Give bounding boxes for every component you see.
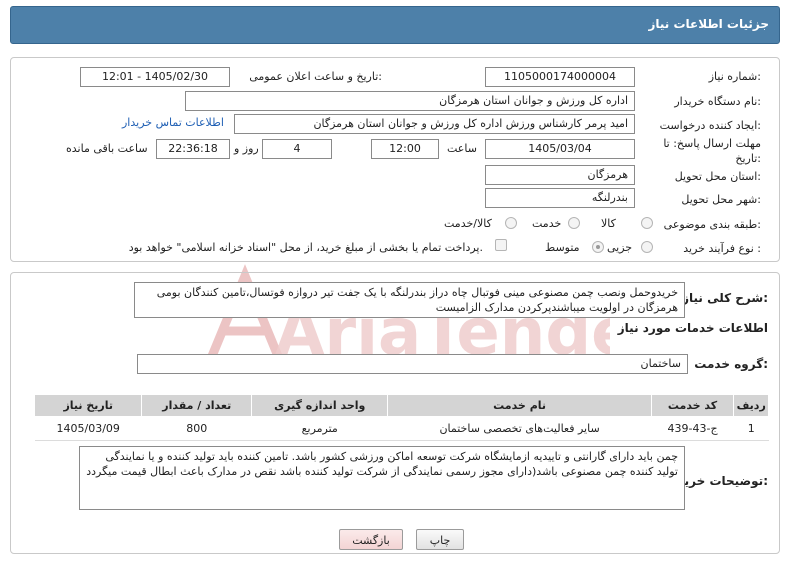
col-quantity: تعداد / مقدار [141, 394, 253, 417]
page-title: جزئیات اطلاعات نیاز [648, 17, 769, 31]
treasury-payment-checkbox[interactable] [495, 239, 507, 251]
description-text: خریدوحمل ونصب چمن مصنوعی مینی فوتبال چاه… [134, 282, 685, 318]
process-medium-label: متوسط [545, 241, 580, 254]
print-button[interactable]: چاپ [416, 529, 464, 550]
category-goods-radio[interactable] [641, 217, 653, 229]
cell-quantity: 800 [141, 416, 252, 441]
buyer-notes-text: چمن باید دارای گارانتی و تاییدیه ازمایشگ… [79, 446, 685, 510]
col-unit: واحد اندازه گیری [251, 394, 389, 417]
category-goods-label: کالا [601, 217, 616, 230]
remaining-time-field: 22:36:18 [156, 139, 230, 159]
province-label: استان محل تحویل: [674, 170, 761, 183]
col-need-date: تاریخ نیاز [33, 394, 143, 417]
announce-date-field: 1405/02/30 - 12:01 [80, 67, 230, 87]
buyer-org-label: نام دستگاه خریدار: [674, 95, 761, 108]
announce-date-label: تاریخ و ساعت اعلان عمومی: [249, 70, 382, 83]
process-type-label: نوع فرآیند خرید : [683, 242, 761, 255]
buyer-org-field: اداره کل ورزش و جوانان استان هرمزگان [185, 91, 635, 111]
process-minor-radio[interactable] [641, 241, 653, 253]
col-row: ردیف [733, 394, 769, 417]
description-label: شرح کلی نیاز: [682, 291, 768, 305]
process-minor-label: جزیی [607, 241, 633, 254]
need-number-field: 1105000174000004 [485, 67, 635, 87]
cell-unit: مترمربع [251, 416, 388, 441]
deadline-date-field: 1405/03/04 [485, 139, 635, 159]
deadline-time-field: 12:00 [371, 139, 439, 159]
buyer-contact-link[interactable]: اطلاعات تماس خریدار [122, 116, 224, 129]
service-group-field: ساختمان [137, 354, 688, 374]
days-label: روز و [234, 142, 259, 155]
process-medium-radio[interactable] [592, 241, 604, 253]
deadline-label-line2: تاریخ: [735, 152, 761, 165]
need-info-panel [10, 57, 780, 262]
page-header: جزئیات اطلاعات نیاز [10, 6, 780, 44]
province-field: هرمزگان [485, 165, 635, 185]
cell-row: 1 [733, 416, 769, 441]
services-table-header: ردیف کد خدمت نام خدمت واحد اندازه گیری ت… [33, 394, 769, 417]
services-section-title: اطلاعات خدمات مورد نیاز [617, 321, 768, 335]
category-goods-service-radio[interactable] [505, 217, 517, 229]
cell-service-code: ج-43-439 [651, 416, 734, 441]
city-label: شهر محل تحویل: [681, 193, 761, 206]
treasury-payment-note: پرداخت تمام یا بخشی از مبلغ خرید، از محل… [128, 241, 483, 254]
creator-field: امید پرمر کارشناس ورزش اداره کل ورزش و ج… [234, 114, 635, 134]
col-service-code: کد خدمت [650, 394, 735, 417]
creator-label: ایجاد کننده درخواست: [659, 119, 761, 132]
remaining-time-label: ساعت باقی مانده [66, 142, 148, 155]
cell-service-name: سایر فعالیت‌های تخصصی ساختمان [387, 416, 652, 441]
cell-need-date: 1405/03/09 [34, 416, 142, 441]
category-service-radio[interactable] [568, 217, 580, 229]
category-goods-service-label: کالا/خدمت [444, 217, 492, 230]
city-field: بندرلنگه [485, 188, 635, 208]
back-button[interactable]: بازگشت [339, 529, 403, 550]
table-row[interactable]: 1 ج-43-439 سایر فعالیت‌های تخصصی ساختمان… [34, 416, 769, 441]
col-service-name: نام خدمت [387, 394, 652, 417]
need-number-label: شماره نیاز: [708, 70, 761, 83]
category-label: طبقه بندی موضوعی: [663, 218, 761, 231]
category-service-label: خدمت [532, 217, 562, 230]
deadline-time-label: ساعت [447, 142, 477, 155]
days-remaining-field: 4 [262, 139, 332, 159]
deadline-label-line1: مهلت ارسال پاسخ: تا [663, 137, 761, 150]
service-group-label: گروه خدمت: [694, 357, 768, 371]
services-table: ردیف کد خدمت نام خدمت واحد اندازه گیری ت… [33, 394, 769, 441]
